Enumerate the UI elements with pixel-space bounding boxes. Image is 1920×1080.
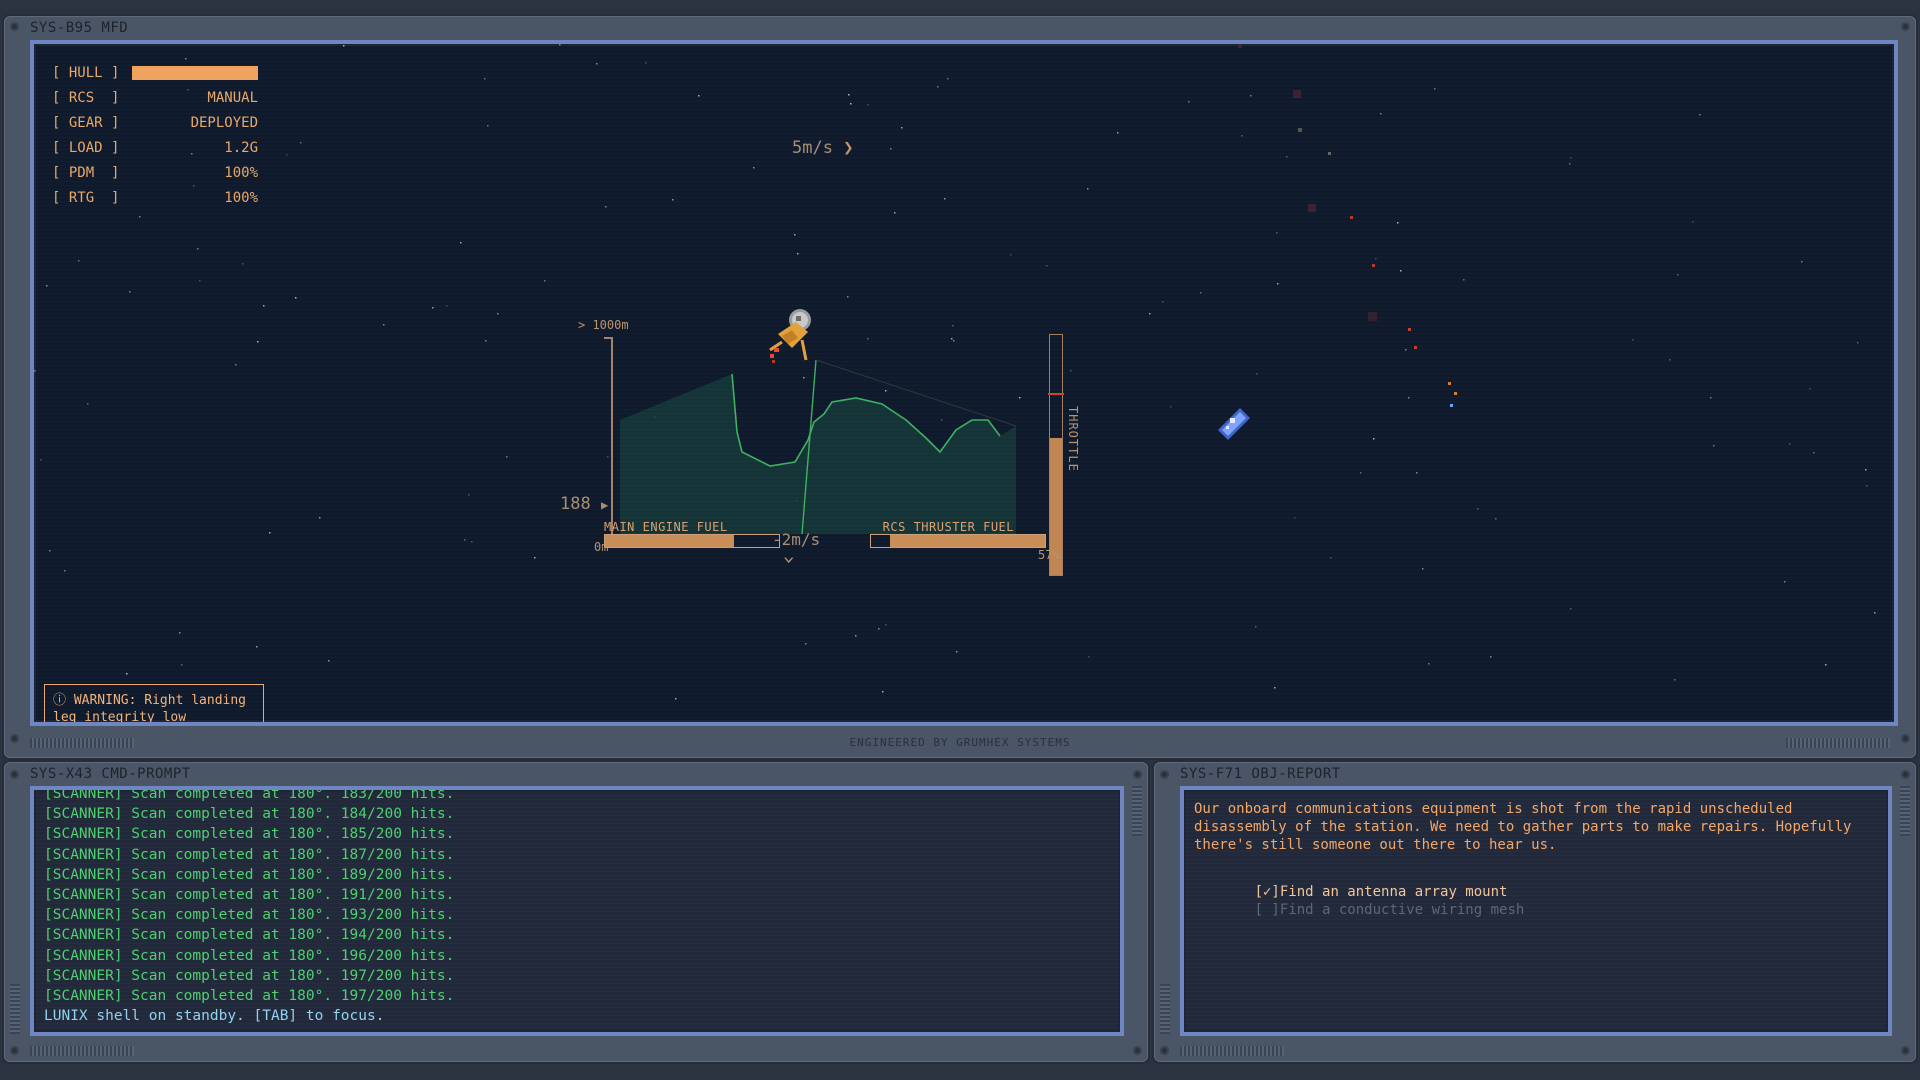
terrain-fill (620, 374, 1016, 534)
status-key: [ RTG ] (52, 189, 120, 206)
status-row-pdm: [ PDM ] 100% (52, 160, 258, 185)
chevron-right-icon: ❯ (843, 138, 854, 158)
log-line: [SCANNER] Scan completed at 180°. 197/20… (44, 988, 455, 1005)
rcs-fuel-fill (890, 535, 1045, 547)
status-row-hull: [ HULL ] (52, 60, 258, 85)
screw-icon (1160, 770, 1169, 779)
status-value: MANUAL (207, 89, 258, 106)
log-line: [SCANNER] Scan completed at 180°. 196/20… (44, 947, 455, 964)
log-line: [SCANNER] Scan completed at 180°. 197/20… (44, 967, 455, 984)
status-panel: [ HULL ] [ RCS ] MANUAL [ GEAR ] DEPLOYE… (52, 60, 258, 210)
screw-icon (1160, 1046, 1169, 1055)
status-row-rtg: [ RTG ] 100% (52, 185, 258, 210)
chevron-down-icon: ⌄ (782, 546, 796, 565)
status-value: 100% (224, 164, 258, 181)
rcs-fuel-label: RCS THRUSTER FUEL (882, 520, 1014, 534)
vent-grille (10, 984, 20, 1034)
vent-grille (1900, 786, 1910, 836)
log-line: [SCANNER] Scan completed at 180°. 187/20… (44, 846, 455, 863)
warning-box: ⓘ WARNING: Right landing leg integrity l… (44, 684, 264, 725)
log-line: [SCANNER] Scan completed at 180°. 193/20… (44, 907, 455, 924)
horizontal-speed-readout: 5m/s ❯ (792, 138, 853, 158)
log-line: [SCANNER] Scan completed at 180°. 189/20… (44, 866, 455, 883)
rcs-fuel-gauge (870, 534, 1046, 548)
status-row-gear: [ GEAR ] DEPLOYED (52, 110, 258, 135)
cmd-prompt-window: SYS-X43 CMD-PROMPT [SCANNER] Scan comple… (4, 762, 1148, 1062)
status-value: 100% (224, 189, 258, 206)
altitude-value: 188 (560, 494, 591, 514)
log-line: [SCANNER] Scan completed at 180°. 185/20… (44, 826, 455, 843)
terrain-radar (620, 359, 1017, 535)
status-key: [ RCS ] (52, 89, 120, 106)
objective-report-text: Our onboard communications equipment is … (1194, 801, 1852, 853)
mfd-screen[interactable]: [ HULL ] [ RCS ] MANUAL [ GEAR ] DEPLOYE… (30, 40, 1898, 726)
screw-icon (10, 1046, 19, 1055)
triangle-right-icon: ▶ (600, 498, 609, 512)
obj-report-window: SYS-F71 OBJ-REPORT Our onboard communica… (1154, 762, 1916, 1062)
warning-text: ⓘ WARNING: Right landing leg integrity l… (53, 693, 247, 725)
task-label: Find a conductive wiring mesh (1279, 902, 1525, 918)
cmd-title: SYS-X43 CMD-PROMPT (30, 766, 191, 782)
mfd-title: SYS-B95 MFD (30, 20, 129, 36)
throttle-gauge[interactable] (1048, 334, 1064, 576)
satellite-debris (1218, 408, 1250, 440)
lander-sprite (769, 309, 811, 363)
terminal-screen[interactable]: [SCANNER] Scan completed at 180°. 183/20… (30, 786, 1124, 1036)
shell-prompt-line: LUNIX shell on standby. [TAB] to focus. (44, 1008, 385, 1025)
screw-icon (1901, 22, 1910, 31)
hull-integrity-bar (132, 65, 258, 80)
objective-screen[interactable]: Our onboard communications equipment is … (1180, 786, 1892, 1036)
vent-grille (30, 1046, 134, 1056)
main-fuel-gauge (604, 534, 780, 548)
status-key: [ LOAD ] (52, 139, 120, 156)
log-line: [SCANNER] Scan completed at 180°. 183/20… (44, 786, 455, 802)
screw-icon (1133, 1046, 1142, 1055)
status-row-load: [ LOAD ] 1.2G (52, 135, 258, 160)
vent-grille (1160, 984, 1170, 1034)
vent-grille (1132, 786, 1142, 836)
status-value: DEPLOYED (190, 114, 258, 131)
status-key: [ HULL ] (52, 64, 120, 81)
altitude-max-label: > 1000m (578, 318, 629, 332)
screw-icon (10, 22, 19, 31)
screw-icon (1901, 1046, 1910, 1055)
mfd-window: SYS-B95 MFD ENGINEERED BY GRUMHEX SYSTEM… (4, 16, 1916, 758)
vertical-speed-value: -2m/s (772, 530, 821, 549)
manufacturer-label: ENGINEERED BY GRUMHEX SYSTEMS (849, 736, 1071, 749)
throttle-marker (1048, 393, 1064, 395)
throttle-label: THROTTLE (1066, 406, 1080, 472)
status-row-rcs: [ RCS ] MANUAL (52, 85, 258, 110)
task-wiring-mesh[interactable]: [ ]Find a conductive wiring mesh (1204, 886, 1525, 934)
task-checkbox: [ ] (1254, 902, 1280, 918)
status-key: [ GEAR ] (52, 114, 120, 131)
obj-title: SYS-F71 OBJ-REPORT (1180, 766, 1341, 782)
log-line: [SCANNER] Scan completed at 180°. 194/20… (44, 927, 455, 944)
log-line: [SCANNER] Scan completed at 180°. 184/20… (44, 806, 455, 823)
screw-icon (1133, 770, 1142, 779)
screw-icon (1901, 770, 1910, 779)
status-value: 1.2G (224, 139, 258, 156)
terminal-log: [SCANNER] Scan completed at 180°. 183/20… (44, 786, 1110, 1026)
status-key: [ PDM ] (52, 164, 120, 181)
throttle-value: 57% (1038, 548, 1060, 562)
screw-icon (10, 770, 19, 779)
vent-grille (1180, 1046, 1284, 1056)
log-line: [SCANNER] Scan completed at 180°. 191/20… (44, 887, 455, 904)
horizontal-speed-value: 5m/s (792, 138, 833, 158)
main-fuel-label: MAIN ENGINE FUEL (604, 520, 728, 534)
altitude-readout: 188 ▶ (560, 494, 608, 514)
main-fuel-fill (605, 535, 734, 547)
